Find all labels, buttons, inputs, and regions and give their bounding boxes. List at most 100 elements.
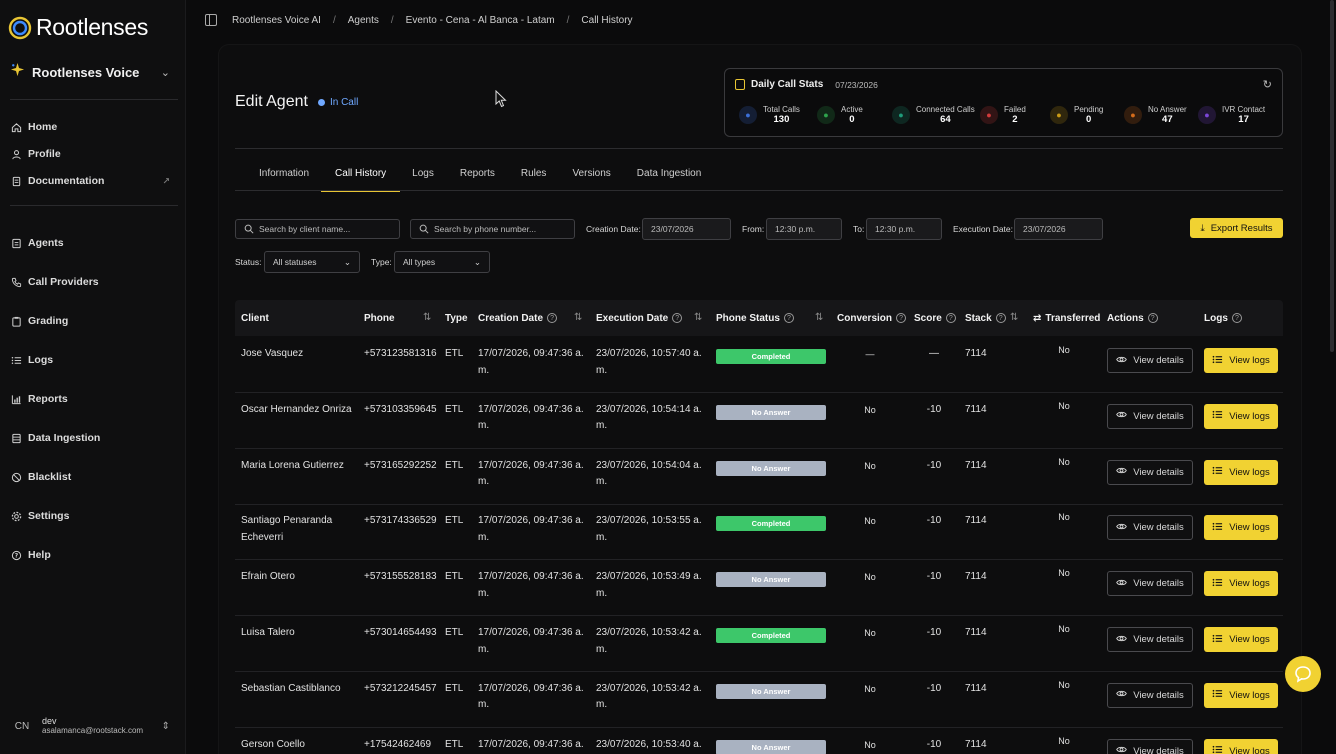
view-details-button[interactable]: View details	[1107, 515, 1193, 541]
sort-icon[interactable]: ⇅	[694, 312, 702, 323]
tab-call-history[interactable]: Call History	[320, 168, 401, 192]
col-phone[interactable]: Phone	[364, 300, 395, 336]
search-phone-placeholder: Search by phone number...	[434, 224, 537, 234]
col-client: Client	[241, 312, 269, 324]
view-details-button[interactable]: View details	[1107, 738, 1193, 754]
sidebar-item-logs[interactable]: Logs	[10, 350, 170, 370]
view-details-button[interactable]: View details	[1107, 403, 1193, 429]
workspace-switcher[interactable]: Rootlenses Voice ⌄	[10, 60, 170, 84]
view-logs-button[interactable]: View logs	[1204, 348, 1278, 373]
tab-rules[interactable]: Rules	[521, 168, 547, 190]
sort-icon[interactable]: ⇅	[815, 312, 823, 323]
sidebar-item-label: Profile	[28, 148, 61, 160]
col-phone-status[interactable]: Phone Status?	[716, 300, 794, 336]
view-logs-button[interactable]: View logs	[1204, 682, 1278, 708]
search-phone-input[interactable]: Search by phone number...	[410, 219, 575, 239]
view-details-button[interactable]: View details	[1107, 571, 1193, 597]
export-label: Export Results	[1210, 222, 1273, 234]
view-logs-button[interactable]: View logs	[1204, 738, 1278, 754]
view-details-button[interactable]: View details	[1107, 348, 1193, 373]
sidebar-item-grading[interactable]: Grading	[10, 311, 170, 331]
sidebar-item-help[interactable]: ? Help	[10, 545, 170, 565]
sidebar-item-home[interactable]: Home	[10, 117, 170, 137]
view-details-label: View details	[1133, 466, 1184, 478]
sidebar-item-blacklist[interactable]: Blacklist	[10, 467, 170, 487]
breadcrumb-item[interactable]: Rootlenses Voice AI	[232, 15, 321, 26]
view-logs-button[interactable]: View logs	[1204, 403, 1278, 429]
table-row: Jose Vasquez +573123581316 ETL 17/07/2026, …	[235, 337, 1283, 393]
sort-icon[interactable]: ⇅	[574, 312, 582, 323]
view-logs-button[interactable]: View logs	[1204, 627, 1278, 652]
eye-icon	[1116, 744, 1128, 754]
sidebar-item-reports[interactable]: Reports	[10, 389, 170, 409]
sidebar-item-documentation[interactable]: Documentation ↗	[10, 171, 170, 191]
sidebar-item-call-providers[interactable]: Call Providers	[10, 272, 170, 292]
cell-execution-date: 23/07/2026, 10:53:40 a. m.	[596, 738, 702, 750]
view-details-label: View details	[1133, 689, 1184, 701]
sparkle-icon	[10, 62, 25, 82]
view-logs-button[interactable]: View logs	[1204, 459, 1278, 485]
col-creation-date[interactable]: Creation Date?	[478, 300, 558, 336]
view-details-button[interactable]: View details	[1107, 459, 1193, 485]
tab-versions[interactable]: Versions	[572, 168, 610, 190]
cell-conversion: No	[864, 404, 876, 415]
stat-phone-icon: ●	[892, 106, 910, 124]
status-filter-select[interactable]: All statuses ⌄	[264, 251, 360, 273]
col-conversion: Conversion?	[837, 300, 907, 336]
phone-status-badge: No Answer	[716, 739, 826, 754]
tab-data-ingestion[interactable]: Data Ingestion	[637, 168, 702, 190]
scrollbar[interactable]	[1330, 0, 1334, 352]
view-details-button[interactable]: View details	[1107, 682, 1193, 708]
sidebar-toggle-icon[interactable]	[205, 14, 217, 26]
cell-client: Luisa Talero	[241, 627, 295, 638]
user-email: asalamanca@rootstack.com	[42, 725, 144, 735]
execution-date-input[interactable]: 23/07/2026	[1014, 218, 1103, 240]
cell-creation-date: 17/07/2026, 09:47:36 a. m.	[478, 403, 584, 432]
user-menu[interactable]: CN dev asalamanca@rootstack.com ⇕	[10, 712, 170, 740]
external-link-icon: ↗	[162, 175, 170, 186]
eye-icon	[1116, 465, 1128, 479]
to-time-input[interactable]: 12:30 p.m.	[866, 218, 942, 240]
cell-score: -10	[926, 571, 942, 583]
cell-execution-date: 23/07/2026, 10:53:42 a. m.	[596, 627, 702, 655]
chat-button[interactable]	[1285, 656, 1321, 692]
view-logs-button[interactable]: View logs	[1204, 571, 1278, 597]
sidebar-item-data-ingestion[interactable]: Data Ingestion	[10, 428, 170, 448]
stat-label: No Answer	[1148, 104, 1187, 114]
breadcrumb-item[interactable]: Evento - Cena - Al Banca - Latam	[406, 15, 555, 26]
type-filter-select[interactable]: All types ⌄	[394, 251, 490, 273]
cell-conversion: —	[865, 349, 875, 359]
app-logo[interactable]: Rootlenses	[8, 14, 148, 41]
tab-logs[interactable]: Logs	[412, 168, 434, 190]
phone-status-badge: Completed	[716, 349, 826, 364]
sidebar-item-settings[interactable]: Settings	[10, 506, 170, 526]
sidebar-item-label: Blacklist	[28, 471, 72, 483]
export-results-button[interactable]: ⤓ Export Results	[1190, 218, 1283, 238]
stat-phone-icon: ●	[980, 106, 998, 124]
sort-icon[interactable]: ⇅	[1010, 312, 1018, 323]
download-icon: ⤓	[1200, 222, 1205, 234]
search-client-input[interactable]: Search by client name...	[235, 219, 400, 239]
from-time-input[interactable]: 12:30 p.m.	[766, 218, 842, 240]
tab-reports[interactable]: Reports	[460, 168, 495, 190]
sidebar: Rootlenses Rootlenses Voice ⌄ Home Profil…	[0, 0, 186, 754]
stat-phone-icon: ●	[1124, 106, 1142, 124]
refresh-icon[interactable]: ↻	[1263, 78, 1272, 91]
view-details-button[interactable]: View details	[1107, 627, 1193, 652]
tab-information[interactable]: Information	[259, 168, 309, 190]
sidebar-item-profile[interactable]: Profile	[10, 144, 170, 164]
table-row: Sebastian Castiblanco +573212245457 ETL 17/…	[235, 672, 1283, 728]
stat-value: 47	[1162, 113, 1173, 125]
creation-date-input[interactable]: 23/07/2026	[642, 218, 731, 240]
list-icon	[1212, 744, 1223, 754]
phone-status-badge: Completed	[716, 516, 826, 532]
cell-transferred: No	[1058, 512, 1070, 523]
breadcrumb-item[interactable]: Agents	[348, 15, 379, 26]
col-stack[interactable]: Stack?	[965, 300, 1006, 336]
sort-icon[interactable]: ⇅	[423, 312, 431, 323]
tab-bar: Information Call History Logs Reports Rules V…	[259, 168, 702, 192]
sidebar-item-agents[interactable]: Agents	[10, 233, 170, 253]
home-icon	[10, 121, 22, 133]
view-logs-button[interactable]: View logs	[1204, 515, 1278, 541]
col-execution-date[interactable]: Execution Date?	[596, 300, 683, 336]
